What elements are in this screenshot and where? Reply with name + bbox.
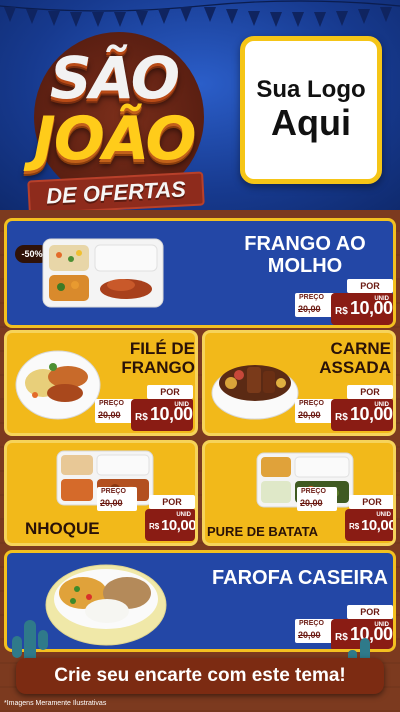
unit-label: UNID bbox=[376, 512, 391, 518]
product-name-line1: FILÉ DE bbox=[129, 339, 195, 358]
product-name: CARNE ASSADA bbox=[301, 339, 391, 377]
price-tag: POR PREÇO 20,00 R$ 10,00 UNID bbox=[295, 385, 393, 433]
old-price-box: PREÇO 20,00 bbox=[295, 293, 335, 317]
old-price-box: PREÇO 20,00 bbox=[295, 619, 335, 643]
product-card-pure-de-batata[interactable]: PURE DE BATATA POR PREÇO 20,00 R$ 10,00 … bbox=[202, 440, 396, 546]
current-price: 10,00 bbox=[161, 517, 197, 534]
price-por-label: POR bbox=[149, 495, 195, 509]
disclaimer-text: *Imagens Meramente Ilustrativas bbox=[4, 700, 107, 707]
preco-label: PREÇO bbox=[101, 488, 126, 495]
old-price-box: PREÇO 20,00 bbox=[295, 399, 335, 423]
logo-text-line2: Aqui bbox=[271, 102, 351, 144]
currency-symbol: R$ bbox=[335, 412, 348, 423]
old-price: 20,00 bbox=[298, 304, 321, 314]
currency-symbol: R$ bbox=[335, 306, 348, 317]
preco-label: PREÇO bbox=[99, 400, 124, 407]
current-price-box: R$ 10,00 UNID bbox=[145, 509, 195, 541]
currency-symbol: R$ bbox=[149, 522, 160, 531]
unit-label: UNID bbox=[374, 296, 389, 302]
product-name-line2: MOLHO bbox=[267, 255, 343, 278]
create-flyer-banner[interactable]: Crie seu encarte com este tema! bbox=[16, 658, 384, 694]
old-price: 20,00 bbox=[100, 498, 123, 508]
unit-label: UNID bbox=[374, 402, 389, 408]
price-por-label: POR bbox=[347, 605, 393, 619]
header-banner: SÃO JOÃO DE OFERTAS Sua Logo Aqui bbox=[0, 0, 400, 210]
price-tag: POR PREÇO 20,00 R$ 10,00 UNID bbox=[297, 487, 396, 543]
old-price-box: PREÇO 20,00 bbox=[95, 399, 135, 423]
logo-text-line1: Sua Logo bbox=[256, 76, 366, 103]
food-tray-image bbox=[42, 238, 164, 308]
preco-label: PREÇO bbox=[301, 488, 326, 495]
product-name: FAROFA CASEIRA bbox=[212, 567, 388, 589]
old-price: 20,00 bbox=[300, 498, 323, 508]
product-name-line2: FRANGO bbox=[121, 358, 195, 378]
product-name: FILÉ DE FRANGO bbox=[105, 339, 195, 377]
price-tag: POR PREÇO 20,00 R$ 10,00 UNID bbox=[97, 487, 195, 543]
food-plate-image bbox=[15, 350, 101, 420]
price-por-label: POR bbox=[349, 495, 393, 509]
title-sao: SÃO bbox=[49, 44, 180, 112]
food-bowl-image bbox=[45, 564, 167, 646]
price-tag: POR PREÇO 20,00 R$ 10,00 UNID bbox=[295, 279, 393, 325]
sao-joao-title: SÃO JOÃO DE OFERTAS bbox=[14, 24, 205, 210]
price-por-label: POR bbox=[347, 385, 393, 399]
old-price: 20,00 bbox=[298, 410, 321, 420]
product-name-line1: CARNE bbox=[330, 339, 391, 358]
product-name: FRANGO AO MOLHO bbox=[215, 233, 393, 278]
product-card-file-de-frango[interactable]: FILÉ DE FRANGO POR PREÇO 20,00 R$ 10,00 … bbox=[4, 330, 198, 436]
currency-symbol: R$ bbox=[135, 412, 148, 423]
product-card-farofa-caseira[interactable]: FAROFA CASEIRA POR PREÇO 20,00 R$ 10,00 … bbox=[4, 550, 396, 652]
title-joao: JOÃO bbox=[33, 104, 197, 174]
price-por-label: POR bbox=[347, 279, 393, 293]
preco-label: PREÇO bbox=[299, 620, 324, 627]
title-de-ofertas: DE OFERTAS bbox=[45, 176, 187, 209]
logo-placeholder[interactable]: Sua Logo Aqui bbox=[240, 36, 382, 184]
product-card-nhoque[interactable]: NHOQUE POR PREÇO 20,00 R$ 10,00 UNID bbox=[4, 440, 198, 546]
unit-label: UNID bbox=[374, 622, 389, 628]
old-price-box: PREÇO 20,00 bbox=[97, 487, 137, 511]
old-price: 20,00 bbox=[298, 630, 321, 640]
product-card-frango-ao-molho[interactable]: -50% FRANGO AO MOLHO POR PREÇO 20,00 R$ … bbox=[4, 218, 396, 328]
product-name-line1: FRANGO AO bbox=[244, 233, 366, 255]
unit-label: UNID bbox=[174, 402, 189, 408]
current-price-box: R$ 10,00 UNID bbox=[345, 509, 396, 541]
current-price-box: R$ 10,00 UNID bbox=[331, 399, 393, 431]
old-price: 20,00 bbox=[98, 410, 121, 420]
preco-label: PREÇO bbox=[299, 400, 324, 407]
food-bowl-image bbox=[211, 365, 299, 420]
current-price-box: R$ 10,00 UNID bbox=[131, 399, 193, 431]
current-price: 10,00 bbox=[361, 517, 396, 534]
product-card-carne-assada[interactable]: CARNE ASSADA POR PREÇO 20,00 R$ 10,00 UN… bbox=[202, 330, 396, 436]
old-price-box: PREÇO 20,00 bbox=[297, 487, 337, 511]
current-price-box: R$ 10,00 UNID bbox=[331, 293, 393, 325]
preco-label: PREÇO bbox=[299, 294, 324, 301]
currency-symbol: R$ bbox=[349, 522, 360, 531]
price-tag: POR PREÇO 20,00 R$ 10,00 UNID bbox=[95, 385, 193, 433]
price-por-label: POR bbox=[147, 385, 193, 399]
product-name-line2: ASSADA bbox=[319, 358, 391, 378]
unit-label: UNID bbox=[176, 512, 191, 518]
